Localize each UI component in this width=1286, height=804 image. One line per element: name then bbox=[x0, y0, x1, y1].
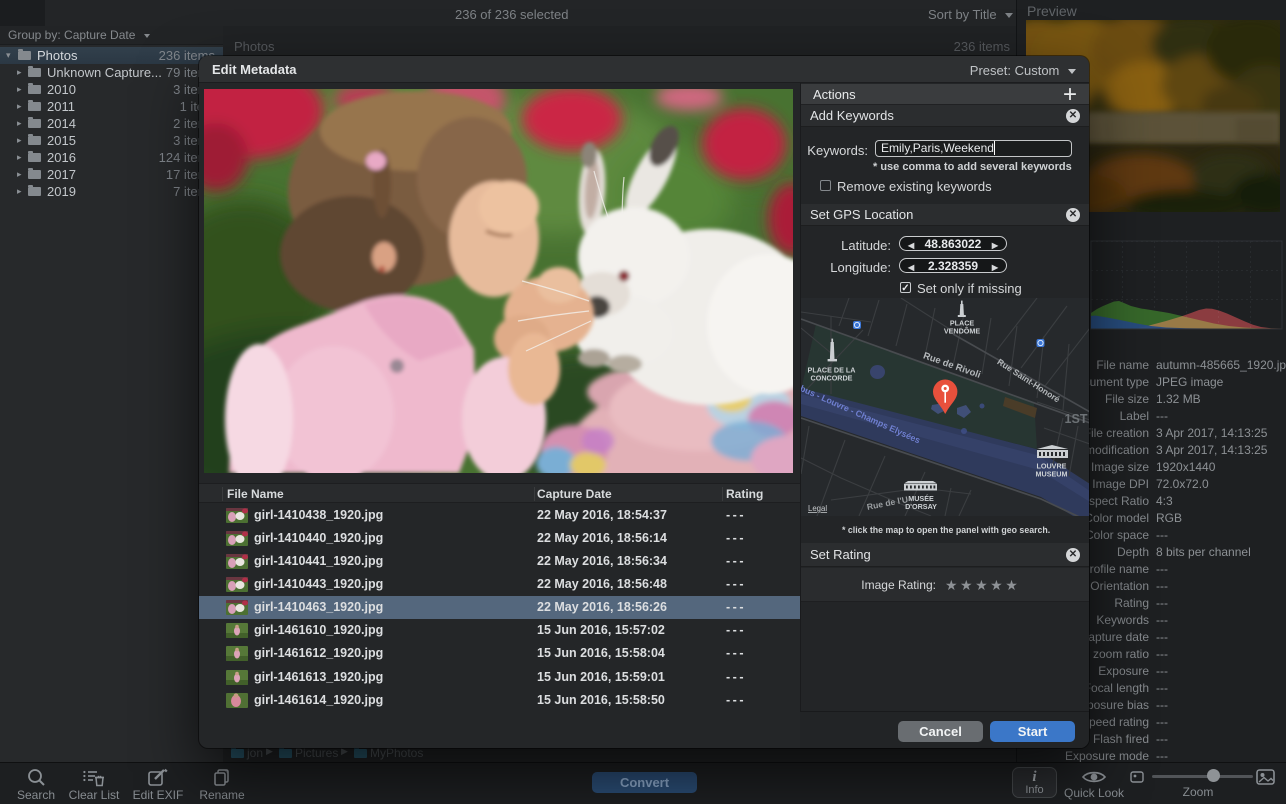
svg-text:D'ORSAY: D'ORSAY bbox=[905, 502, 937, 511]
svg-text:MUSEUM: MUSEUM bbox=[1036, 470, 1068, 479]
svg-text:Legal: Legal bbox=[808, 504, 827, 513]
svg-text:VENDÔME: VENDÔME bbox=[944, 327, 981, 336]
svg-text:CONCORDE: CONCORDE bbox=[811, 374, 853, 383]
svg-text:1ST: 1ST bbox=[1065, 412, 1088, 426]
